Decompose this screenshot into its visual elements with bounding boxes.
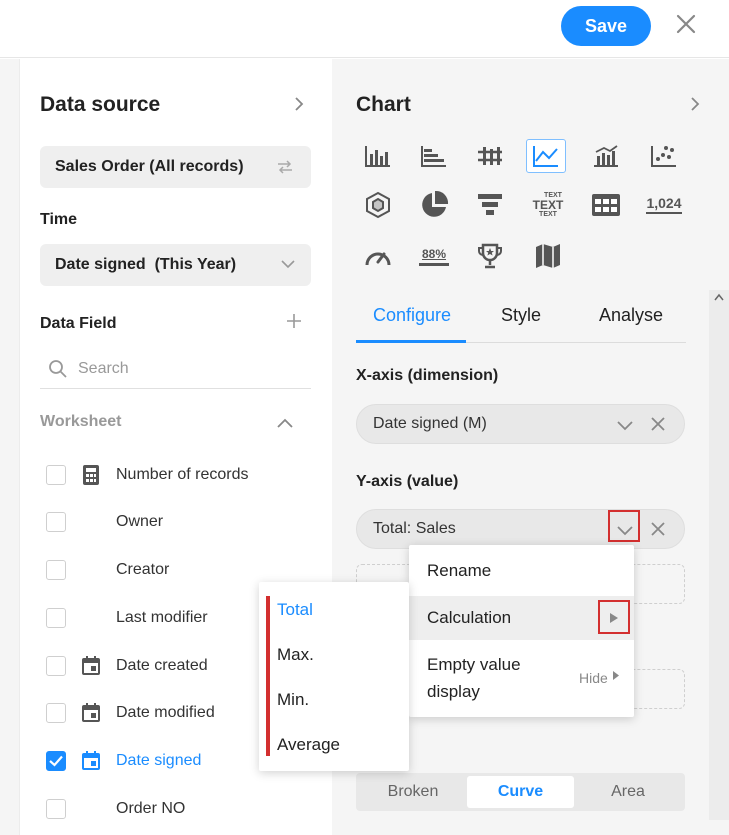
tab-style[interactable]: Style bbox=[501, 305, 541, 326]
bar-line-chart-icon[interactable] bbox=[586, 139, 626, 173]
field-label: Date created bbox=[116, 657, 208, 674]
data-source-title: Data source bbox=[40, 93, 161, 116]
checkbox[interactable] bbox=[46, 512, 66, 532]
save-button[interactable]: Save bbox=[561, 6, 651, 46]
calculator-icon bbox=[83, 465, 99, 485]
scroll-up-icon[interactable] bbox=[714, 293, 724, 301]
search-icon bbox=[49, 359, 67, 378]
progress-icon[interactable]: 88% bbox=[414, 239, 454, 273]
table-icon[interactable] bbox=[586, 188, 626, 222]
x-axis-label: X-axis (dimension) bbox=[356, 367, 499, 384]
active-tab-indicator bbox=[356, 340, 466, 343]
calendar-icon bbox=[82, 751, 100, 770]
chevron-up-icon[interactable] bbox=[277, 417, 293, 429]
checkbox-checked[interactable] bbox=[46, 751, 66, 771]
bar-chart-icon[interactable] bbox=[358, 139, 398, 173]
caret-right-icon bbox=[613, 671, 619, 680]
data-field-label: Data Field bbox=[40, 315, 117, 332]
gauge-icon[interactable] bbox=[358, 239, 398, 273]
remove-icon[interactable] bbox=[650, 521, 666, 537]
checkbox[interactable] bbox=[46, 465, 66, 485]
calculation-submenu: Total Max. Min. Average bbox=[259, 582, 409, 771]
scrollbar[interactable] bbox=[709, 290, 729, 820]
progress-icon-text: 88% bbox=[421, 246, 447, 261]
radar-chart-icon[interactable] bbox=[358, 188, 398, 222]
tab-configure[interactable]: Configure bbox=[373, 305, 451, 326]
empty-value-hint: Hide bbox=[579, 670, 608, 686]
checkbox[interactable] bbox=[46, 560, 66, 580]
word-cloud-large-text: TEXT bbox=[532, 198, 564, 212]
calendar-icon bbox=[82, 656, 100, 675]
top-bar: Save bbox=[0, 0, 729, 58]
line-chart-icon[interactable] bbox=[526, 139, 566, 173]
chevron-down-icon[interactable] bbox=[616, 416, 634, 434]
tab-analyse[interactable]: Analyse bbox=[599, 305, 663, 326]
pie-chart-icon[interactable] bbox=[414, 188, 454, 222]
scatter-chart-icon[interactable] bbox=[644, 139, 684, 173]
search-placeholder: Search bbox=[78, 359, 129, 377]
line-style-area[interactable]: Area bbox=[575, 776, 681, 808]
data-source-select-value: Sales Order (All records) bbox=[55, 158, 244, 175]
stacked-bar-chart-icon[interactable] bbox=[470, 139, 510, 173]
word-cloud-small-text-2: TEXT bbox=[539, 211, 557, 218]
chart-title: Chart bbox=[356, 93, 411, 116]
menu-item-rename[interactable]: Rename bbox=[409, 561, 634, 581]
field-label: Owner bbox=[116, 513, 164, 530]
funnel-chart-icon[interactable] bbox=[470, 188, 510, 222]
y-axis-label: Y-axis (value) bbox=[356, 473, 459, 490]
horizontal-bar-chart-icon[interactable] bbox=[414, 139, 454, 173]
submenu-item-min[interactable]: Min. bbox=[277, 690, 309, 710]
chevron-right-icon[interactable] bbox=[688, 97, 702, 111]
highlight-calculation-arrow bbox=[598, 600, 630, 634]
time-select[interactable]: Date signed (This Year) bbox=[40, 244, 311, 286]
trophy-icon[interactable] bbox=[470, 239, 510, 273]
check-icon bbox=[49, 755, 63, 767]
time-label: Time bbox=[40, 211, 78, 228]
line-style-selector: Broken Curve Area bbox=[356, 773, 685, 811]
submenu-item-total[interactable]: Total bbox=[277, 600, 313, 620]
number-icon[interactable]: 1,024 bbox=[644, 188, 684, 222]
field-label: Date modified bbox=[116, 704, 215, 721]
submenu-highlight-bar bbox=[266, 596, 270, 756]
checkbox[interactable] bbox=[46, 799, 66, 819]
menu-item-calculation-label: Calculation bbox=[427, 608, 512, 627]
chevron-down-icon[interactable] bbox=[281, 259, 295, 269]
menu-item-empty-value[interactable]: Empty value display Hide bbox=[409, 651, 634, 705]
map-icon[interactable] bbox=[528, 239, 568, 273]
list-item[interactable]: Creator bbox=[46, 555, 316, 585]
x-axis-field-pill[interactable]: Date signed (M) bbox=[356, 404, 685, 444]
swap-icon[interactable] bbox=[275, 159, 295, 175]
y-axis-field-value: Total: Sales bbox=[373, 520, 456, 537]
add-icon[interactable] bbox=[286, 313, 302, 329]
line-style-broken[interactable]: Broken bbox=[360, 776, 466, 808]
x-axis-field-value: Date signed (M) bbox=[373, 415, 487, 432]
chevron-right-icon[interactable] bbox=[292, 97, 306, 111]
list-item[interactable]: Number of records bbox=[46, 460, 316, 490]
checkbox[interactable] bbox=[46, 608, 66, 628]
remove-icon[interactable] bbox=[650, 416, 666, 432]
list-item[interactable]: Order NO bbox=[46, 794, 316, 824]
time-select-value: Date signed (This Year) bbox=[55, 256, 237, 273]
worksheet-label: Worksheet bbox=[40, 413, 122, 430]
left-strip bbox=[0, 59, 20, 835]
config-tabs: Configure Style Analyse bbox=[356, 297, 686, 343]
highlight-y-axis-dropdown bbox=[608, 510, 640, 542]
word-cloud-icon[interactable]: TEXT TEXT TEXT bbox=[528, 188, 568, 222]
list-item[interactable]: Owner bbox=[46, 507, 316, 537]
checkbox[interactable] bbox=[46, 656, 66, 676]
field-label: Order NO bbox=[116, 800, 186, 817]
field-label: Creator bbox=[116, 561, 170, 578]
submenu-item-max[interactable]: Max. bbox=[277, 645, 314, 665]
submenu-item-average[interactable]: Average bbox=[277, 735, 340, 755]
calendar-icon bbox=[82, 703, 100, 722]
close-icon[interactable] bbox=[672, 10, 700, 38]
line-style-curve[interactable]: Curve bbox=[467, 776, 574, 808]
field-label: Last modifier bbox=[116, 609, 208, 626]
checkbox[interactable] bbox=[46, 703, 66, 723]
field-label: Number of records bbox=[116, 466, 249, 483]
field-label: Date signed bbox=[116, 752, 202, 769]
number-icon-text: 1,024 bbox=[646, 195, 682, 214]
data-source-select[interactable]: Sales Order (All records) bbox=[40, 146, 311, 188]
search-input[interactable]: Search bbox=[40, 349, 311, 389]
